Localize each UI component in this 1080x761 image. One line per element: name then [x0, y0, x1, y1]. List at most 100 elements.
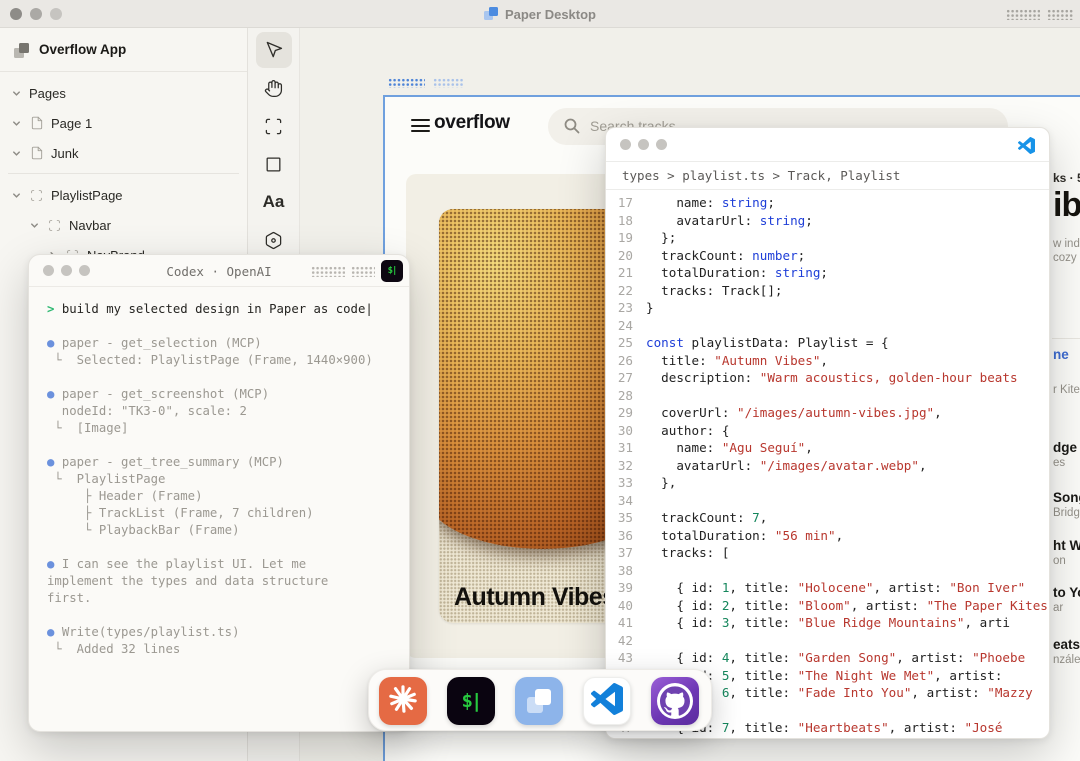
line-number: 19: [606, 229, 646, 247]
vscode-icon: [1018, 137, 1035, 159]
dock-item-vscode[interactable]: [583, 677, 631, 725]
close-icon[interactable]: [620, 139, 631, 150]
line-number: 40: [606, 597, 646, 615]
line-number: 24: [606, 317, 646, 335]
chevron-down-icon[interactable]: [10, 189, 22, 201]
chevron-down-icon[interactable]: [10, 147, 22, 159]
terminal-line: └ [Image]: [47, 420, 399, 437]
code-line: 26 title: "Autumn Vibes",: [606, 352, 1049, 370]
terminal-line: ├ TrackList (Frame, 7 children): [47, 505, 399, 522]
menu-icon[interactable]: [411, 119, 430, 133]
line-number: 30: [606, 422, 646, 440]
tree-item-label: Pages: [29, 86, 66, 101]
paper-logo-icon: [525, 687, 553, 715]
code-line: 38: [606, 562, 1049, 580]
sidebar-item-playlistpage[interactable]: PlaylistPage: [0, 180, 247, 210]
chevron-down-icon[interactable]: [10, 87, 22, 99]
sidebar-item-junk[interactable]: Junk: [0, 138, 247, 168]
line-number: 31: [606, 439, 646, 457]
line-number: 21: [606, 264, 646, 282]
maximize-icon[interactable]: [656, 139, 667, 150]
editor-window[interactable]: types > playlist.ts > Track, Playlist 17…: [605, 127, 1050, 739]
line-number: 17: [606, 194, 646, 212]
tree-item-label: Navbar: [69, 218, 111, 233]
terminal-line: ● paper - get_selection (MCP): [47, 335, 399, 352]
frame-label-dots-2: [433, 78, 463, 88]
code-line: 17 name: string;: [606, 194, 1049, 212]
dock-item-github[interactable]: [651, 677, 699, 725]
code-line: 25const playlistData: Playlist = {: [606, 334, 1049, 352]
tool-select-cursor[interactable]: [256, 32, 292, 68]
minimize-icon[interactable]: [638, 139, 649, 150]
dock-item-paper[interactable]: [515, 677, 563, 725]
breadcrumb[interactable]: types > playlist.ts > Track, Playlist: [606, 162, 1049, 190]
terminal-line: nodeId: "TK3-0", scale: 2: [47, 403, 399, 420]
sidebar-item-pages[interactable]: Pages: [0, 78, 247, 108]
tool-text[interactable]: Aa: [256, 184, 292, 220]
code-line: 42: [606, 632, 1049, 650]
sidebar-item-page-1[interactable]: Page 1: [0, 108, 247, 138]
code-line: 37 tracks: [: [606, 544, 1049, 562]
code-line: 23}: [606, 299, 1049, 317]
chevron-down-icon[interactable]: [10, 117, 22, 129]
line-number: 38: [606, 562, 646, 580]
line-number: 34: [606, 492, 646, 510]
sidebar-item-navbar[interactable]: Navbar: [0, 210, 247, 240]
line-number: 20: [606, 247, 646, 265]
design-brand: overflow: [434, 112, 510, 134]
code-line: 24: [606, 317, 1049, 335]
code-line: 21 totalDuration: string;: [606, 264, 1049, 282]
terminal-line: first.: [47, 590, 399, 607]
code-line: 27 description: "Warm acoustics, golden-…: [606, 369, 1049, 387]
dock-item-claude[interactable]: [379, 677, 427, 725]
overflow-app-icon: [14, 43, 28, 57]
code-line: 22 tracks: Track[];: [606, 282, 1049, 300]
terminal-line: ● I can see the playlist UI. Let me: [47, 556, 399, 573]
code-editor[interactable]: 17 name: string;18 avatarUrl: string;19 …: [606, 190, 1049, 738]
line-number: 43: [606, 649, 646, 667]
line-number: 41: [606, 614, 646, 632]
terminal-line: └ Selected: PlaylistPage (Frame, 1440×90…: [47, 352, 399, 369]
code-line: 41 { id: 3, title: "Blue Ridge Mountains…: [606, 614, 1049, 632]
sidebar-header[interactable]: Overflow App: [0, 28, 247, 72]
code-line: 32 avatarUrl: "/images/avatar.webp",: [606, 457, 1049, 475]
terminal-line: ● Write(types/playlist.ts): [47, 624, 399, 641]
code-line: 34: [606, 492, 1049, 510]
layers-tree: PagesPage 1JunkPlaylistPageNavbarNavBran…: [0, 72, 247, 270]
terminal-prompt-icon: $|: [462, 690, 481, 712]
terminal-line: ● paper - get_tree_summary (MCP): [47, 454, 399, 471]
claude-starburst-icon: [388, 684, 418, 719]
page-icon: [29, 146, 44, 161]
terminal-output[interactable]: > build my selected design in Paper as c…: [47, 301, 399, 721]
line-number: 39: [606, 579, 646, 597]
terminal-window[interactable]: Codex · OpenAI $| > build my selected de…: [28, 254, 410, 732]
project-title: Overflow App: [39, 42, 126, 57]
line-number: 32: [606, 457, 646, 475]
dock-item-codex[interactable]: $|: [447, 677, 495, 725]
line-number: 28: [606, 387, 646, 405]
app-title: Paper Desktop: [505, 7, 596, 22]
code-line: 36 totalDuration: "56 min",: [606, 527, 1049, 545]
line-number: 29: [606, 404, 646, 422]
line-number: 37: [606, 544, 646, 562]
tool-frame[interactable]: [256, 108, 292, 144]
code-line: 33 },: [606, 474, 1049, 492]
terminal-line: > build my selected design in Paper as c…: [47, 301, 399, 318]
menubar-clock: [1047, 9, 1074, 20]
frame-icon: [47, 218, 62, 233]
tree-item-label: PlaylistPage: [51, 188, 123, 203]
chevron-down-icon[interactable]: [28, 219, 40, 231]
code-line: 18 avatarUrl: string;: [606, 212, 1049, 230]
terminal-line: └ PlaylistPage: [47, 471, 399, 488]
terminal-line: implement the types and data structure: [47, 573, 399, 590]
code-line: 28: [606, 387, 1049, 405]
line-number: 22: [606, 282, 646, 300]
vscode-icon: [591, 683, 623, 720]
search-icon: [563, 117, 581, 140]
terminal-tab-dots-2: [351, 266, 375, 277]
tool-rectangle[interactable]: [256, 146, 292, 182]
code-line: 30 author: {: [606, 422, 1049, 440]
line-number: 26: [606, 352, 646, 370]
tool-box[interactable]: [256, 222, 292, 258]
tool-hand[interactable]: [256, 70, 292, 106]
